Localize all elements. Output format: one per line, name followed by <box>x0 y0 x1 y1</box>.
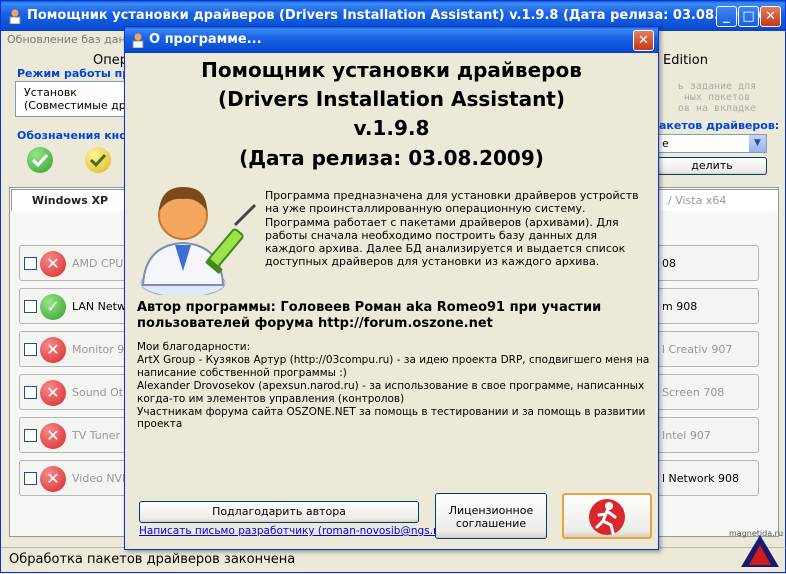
package-checkbox[interactable] <box>24 386 37 399</box>
minimize-button[interactable]: _ <box>716 6 737 27</box>
thank-author-button[interactable]: Подлагодарить автора <box>139 501 419 523</box>
right-note-line: ных пакетов <box>683 92 751 103</box>
package-label: TV Tuner 9 <box>72 429 131 442</box>
header-left-fragment: Опер <box>93 53 128 68</box>
warning-legend-icon <box>85 147 111 173</box>
main-title-text: Помощник установки драйверов (Drivers In… <box>27 8 762 23</box>
watermark-logo-icon <box>741 535 779 567</box>
package-label: Sound Othe <box>72 386 131 399</box>
about-dialog: О программе... ✕ Помощник установки драй… <box>124 26 659 550</box>
thanks-line: ArtX Group - Кузяков Артур (http://03com… <box>137 353 650 379</box>
package-label: AMD CPU S <box>72 257 131 270</box>
dialog-app-icon <box>132 33 144 48</box>
status-bar: Обработка пакетов драйверов закончена <box>1 547 786 574</box>
error-status-icon: ✕ <box>40 423 66 449</box>
package-label: Video NVID <box>72 472 131 485</box>
package-row-right[interactable]: l Network 908 <box>657 460 759 496</box>
packets-select[interactable]: e ▼ <box>657 134 767 153</box>
package-row[interactable]: ✕ Video NVID <box>19 460 131 496</box>
select-button[interactable]: делить <box>657 157 767 175</box>
running-man-icon <box>589 499 625 535</box>
close-button[interactable]: ✕ <box>760 6 781 27</box>
select-value: e <box>662 137 669 150</box>
right-note-line: ов на вкладке <box>677 103 757 114</box>
package-row-right[interactable]: l Creativ 907 <box>657 331 759 367</box>
package-label: Monitor 90 <box>72 343 131 356</box>
package-row-right[interactable]: m 908 <box>657 288 759 324</box>
user-installer-icon <box>140 187 257 295</box>
menu-item-update-db[interactable]: Обновление баз данн <box>1 31 131 49</box>
ok-legend-icon <box>27 147 53 173</box>
package-checkbox[interactable] <box>24 343 37 356</box>
dialog-heading-line3: v.1.9.8 <box>353 116 430 140</box>
mode-line1: Установк <box>24 86 77 99</box>
tab-windows-xp[interactable]: Windows XP <box>11 189 129 211</box>
dialog-author: Автор программы: Головеев Роман aka Rome… <box>137 300 602 331</box>
license-line1: Лицензионное <box>448 504 534 517</box>
dialog-description: Программа предназначена для установки др… <box>265 189 639 269</box>
thanks-line: Участникам форума сайта OSZONE.NET за по… <box>137 405 646 431</box>
package-checkbox[interactable] <box>24 300 37 313</box>
ok-status-icon: ✓ <box>40 294 66 320</box>
tab-vista-x64[interactable]: / Vista x64 <box>657 189 779 211</box>
status-text: Обработка пакетов драйверов закончена <box>9 552 296 567</box>
package-row[interactable]: ✕ Monitor 90 <box>19 331 131 367</box>
email-developer-link[interactable]: Написать письмо разработчику (roman-novo… <box>139 525 448 537</box>
legend-group-title: Обозначения кноп <box>17 129 135 142</box>
package-checkbox[interactable] <box>24 257 37 270</box>
right-task-note: ь задание для ных пакетов ов на вкладке <box>657 81 777 119</box>
dialog-heading-line4: (Дата релиза: 03.08.2009) <box>239 146 544 170</box>
dialog-heading-line1: Помощник установки драйверов <box>201 58 582 82</box>
dialog-title-bar[interactable]: О программе... <box>125 27 658 53</box>
mode-box[interactable]: Установк (Совместимые др <box>15 81 135 117</box>
chevron-down-icon[interactable]: ▼ <box>749 135 766 152</box>
thanks-title: Мои благодарности: <box>137 341 251 353</box>
app-icon <box>9 9 21 24</box>
dialog-heading-line2: (Drivers Installation Assistant) <box>217 87 566 111</box>
right-packets-title: акетов драйверов: <box>659 119 780 132</box>
license-button[interactable]: Лицензионное соглашение <box>435 493 547 539</box>
right-note-line: ь задание для <box>677 81 757 92</box>
package-row[interactable]: ✕ AMD CPU S <box>19 245 131 281</box>
error-status-icon: ✕ <box>40 380 66 406</box>
package-checkbox[interactable] <box>24 472 37 485</box>
package-row-right[interactable]: Intel 907 <box>657 417 759 453</box>
package-checkbox[interactable] <box>24 429 37 442</box>
error-status-icon: ✕ <box>40 251 66 277</box>
package-label: LAN Netwo <box>72 300 131 313</box>
header-right-fragment: Edition <box>663 53 708 68</box>
package-row[interactable]: ✕ TV Tuner 9 <box>19 417 131 453</box>
exit-button[interactable] <box>562 493 652 539</box>
license-line2: соглашение <box>455 517 527 530</box>
package-row-right[interactable]: 08 <box>657 245 759 281</box>
error-status-icon: ✕ <box>40 466 66 492</box>
mode-line2: (Совместимые др <box>24 99 126 112</box>
dialog-close-button[interactable]: ✕ <box>633 30 654 51</box>
dialog-title-text: О программе... <box>149 32 262 47</box>
maximize-button[interactable]: □ <box>738 6 759 27</box>
dialog-thanks: Мои благодарности: ArtX Group - Кузяков … <box>137 341 652 431</box>
error-status-icon: ✕ <box>40 337 66 363</box>
package-row-right[interactable]: Screen 708 <box>657 374 759 410</box>
thanks-line: Alexander Drovosekov (apexsun.narod.ru) … <box>137 379 645 405</box>
package-row[interactable]: ✕ Sound Othe <box>19 374 131 410</box>
package-row[interactable]: ✓ LAN Netwo <box>19 288 131 324</box>
